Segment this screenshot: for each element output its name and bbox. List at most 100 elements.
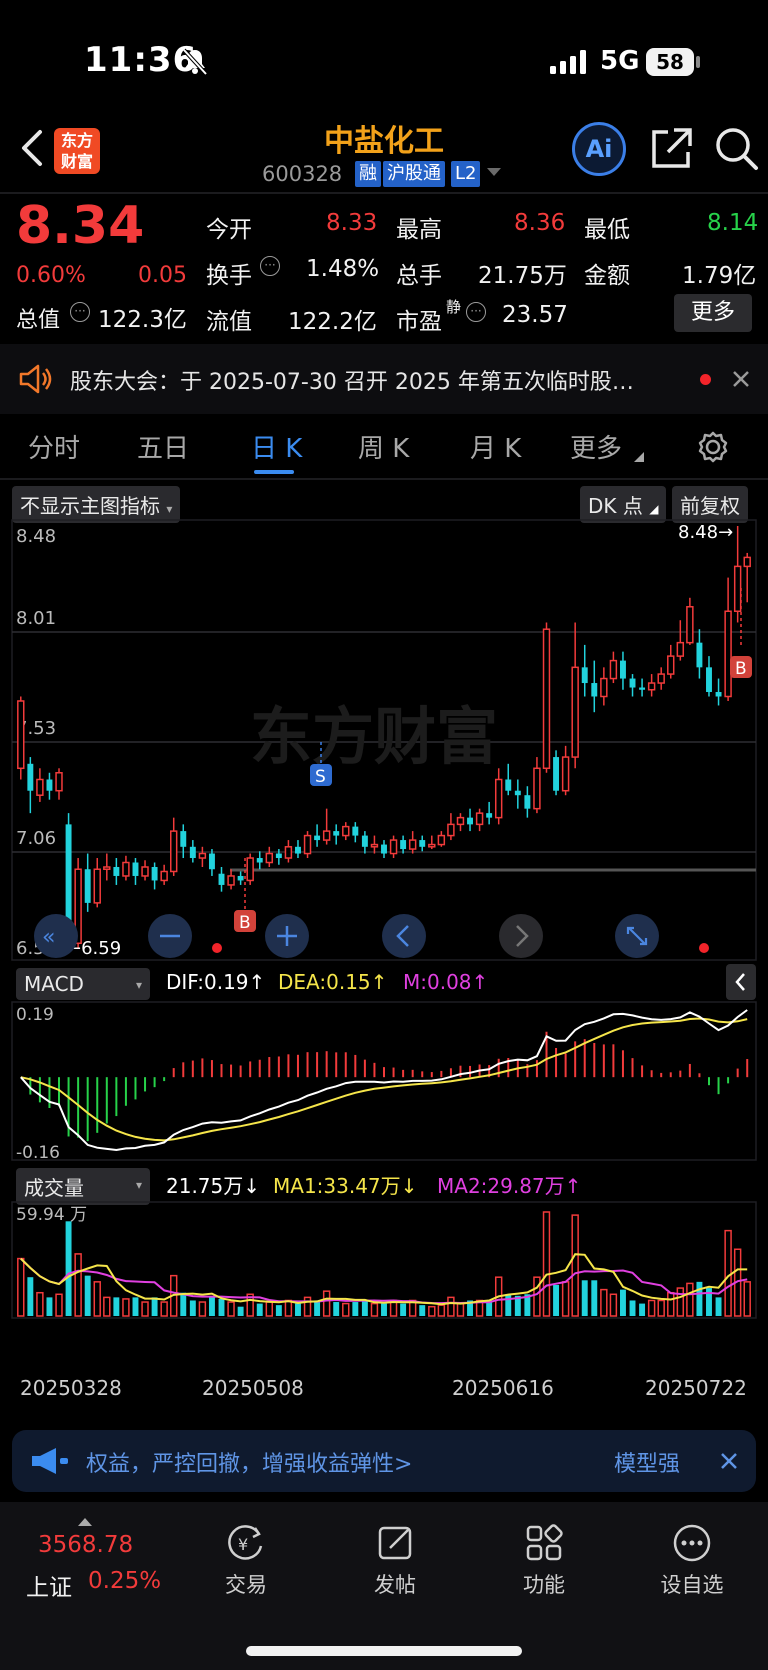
candle bbox=[486, 813, 493, 818]
turnover-label: 换手 bbox=[206, 263, 252, 289]
volume-bar bbox=[419, 1305, 426, 1316]
share-icon[interactable] bbox=[648, 126, 694, 172]
volume-bar bbox=[437, 1304, 446, 1317]
trade-icon: ¥ bbox=[228, 1525, 263, 1560]
candle bbox=[122, 861, 130, 877]
volume-bar bbox=[629, 1300, 636, 1316]
volume-bar bbox=[639, 1303, 646, 1316]
candle bbox=[524, 795, 531, 809]
info-icon[interactable]: ··· bbox=[260, 256, 280, 276]
volume-bar bbox=[533, 1276, 541, 1317]
search-icon[interactable] bbox=[712, 124, 762, 174]
candle bbox=[322, 830, 331, 841]
signal-icon bbox=[550, 50, 586, 74]
volume-bar bbox=[381, 1303, 387, 1316]
float-value: 122.2亿 bbox=[288, 309, 377, 335]
tab-monthly-k[interactable]: 月 K bbox=[470, 428, 521, 465]
stock-header: 东方 财富 中盐化工 600328 融 沪股通 L2 Ai bbox=[0, 112, 768, 192]
kline-chart[interactable]: 东方财富 8.48 8.01 7.53 7.06 6.59 8.48→ ←6.5… bbox=[0, 518, 768, 964]
candle bbox=[103, 866, 111, 870]
volume-bar bbox=[65, 1221, 72, 1316]
candle bbox=[370, 843, 379, 848]
volume-chart[interactable]: 59.94 万 bbox=[0, 1200, 768, 1320]
candle bbox=[180, 831, 187, 847]
volume-bar bbox=[237, 1306, 244, 1316]
info-icon[interactable]: ··· bbox=[70, 302, 90, 322]
macd-chart[interactable]: 0.19 -0.16 bbox=[0, 1000, 768, 1164]
svg-text:S: S bbox=[315, 767, 326, 787]
nav-functions[interactable]: 功能 bbox=[504, 1522, 584, 1599]
volume-bar bbox=[189, 1300, 196, 1316]
candle bbox=[141, 866, 149, 877]
candle bbox=[314, 835, 321, 841]
banner-right-text: 模型强 bbox=[614, 1452, 681, 1477]
date-label: 20250508 bbox=[202, 1376, 304, 1400]
candle bbox=[400, 840, 407, 850]
candle bbox=[561, 756, 570, 792]
volume-bar bbox=[581, 1280, 588, 1316]
double-chevron-left-icon: « bbox=[42, 925, 55, 950]
candle bbox=[686, 606, 694, 644]
volume-bar bbox=[265, 1301, 274, 1317]
caret-down-icon[interactable] bbox=[487, 168, 501, 178]
edit-icon bbox=[378, 1526, 412, 1560]
tab-daily-k[interactable]: 日 K bbox=[251, 428, 302, 465]
collapse-panel-button[interactable] bbox=[726, 964, 756, 1000]
candle bbox=[227, 875, 235, 886]
macd-select[interactable]: MACD ▾ bbox=[16, 968, 150, 1000]
candle bbox=[27, 763, 34, 791]
tab-more[interactable]: 更多 bbox=[570, 428, 622, 465]
volume-bar bbox=[619, 1289, 626, 1316]
change-percent: 0.60% bbox=[16, 263, 86, 288]
battery-level: 58 bbox=[656, 50, 684, 74]
ai-button[interactable]: Ai bbox=[572, 122, 626, 176]
candle bbox=[208, 853, 215, 870]
banner-text: 权益，严控回撤，增强收益弹性> bbox=[86, 1452, 413, 1477]
volume-bar bbox=[275, 1305, 282, 1316]
info-icon[interactable]: ··· bbox=[466, 302, 486, 322]
megaphone-icon bbox=[32, 1448, 68, 1474]
margin-badge: 融 bbox=[355, 161, 381, 187]
nav-add-watchlist[interactable]: 设自选 bbox=[652, 1522, 732, 1599]
index-name[interactable]: 上证 bbox=[26, 1568, 72, 1602]
index-value[interactable]: 3568.78 bbox=[38, 1532, 133, 1558]
connect-badge: 沪股通 bbox=[383, 161, 445, 187]
volume-label: 总手 bbox=[396, 263, 442, 289]
volume-bar bbox=[256, 1303, 263, 1316]
pe-label: 市盈 bbox=[396, 309, 442, 335]
candle bbox=[553, 757, 560, 791]
promo-banner[interactable]: 权益，严控回撤，增强收益弹性> 模型强 bbox=[12, 1430, 756, 1492]
index-percent[interactable]: 0.25% bbox=[88, 1568, 161, 1594]
candle bbox=[467, 817, 473, 825]
close-icon[interactable] bbox=[720, 1452, 738, 1470]
candle bbox=[36, 778, 44, 796]
candle bbox=[581, 667, 588, 684]
volume-bar bbox=[553, 1284, 560, 1316]
close-icon[interactable] bbox=[732, 370, 750, 388]
max-price-marker: 8.48→ bbox=[678, 522, 733, 543]
event-dot bbox=[699, 943, 709, 953]
tab-weekly-k[interactable]: 周 K bbox=[358, 428, 409, 465]
macd-y-top: 0.19 bbox=[16, 1005, 54, 1025]
candle bbox=[303, 834, 312, 855]
nav-trade[interactable]: ¥ 交易 bbox=[206, 1522, 286, 1599]
scroll-left-button[interactable] bbox=[382, 914, 426, 958]
nav-post[interactable]: 发帖 bbox=[355, 1522, 435, 1599]
current-price: 8.34 bbox=[16, 196, 145, 256]
more-circle-icon bbox=[673, 1524, 711, 1562]
vol-ma2: MA2:29.87万↑ bbox=[437, 1174, 582, 1198]
vol-y-top: 59.94 万 bbox=[16, 1205, 87, 1225]
scroll-left-fast-button[interactable] bbox=[34, 914, 78, 958]
more-button[interactable]: 更多 bbox=[674, 294, 752, 332]
volume-bar bbox=[667, 1291, 675, 1317]
scroll-right-button[interactable] bbox=[499, 914, 543, 958]
volume-bar bbox=[303, 1296, 312, 1317]
candle bbox=[514, 790, 521, 796]
gear-icon[interactable] bbox=[696, 430, 730, 464]
tab-five-day[interactable]: 五日 bbox=[137, 428, 189, 465]
tab-intraday[interactable]: 分时 bbox=[28, 428, 80, 465]
volume-bar bbox=[696, 1281, 703, 1316]
low-label: 最低 bbox=[584, 217, 630, 243]
open-label: 今开 bbox=[206, 217, 252, 243]
notice-bar[interactable]: 股东大会：于 2025-07-30 召开 2025 年第五次临时股… bbox=[0, 344, 768, 414]
